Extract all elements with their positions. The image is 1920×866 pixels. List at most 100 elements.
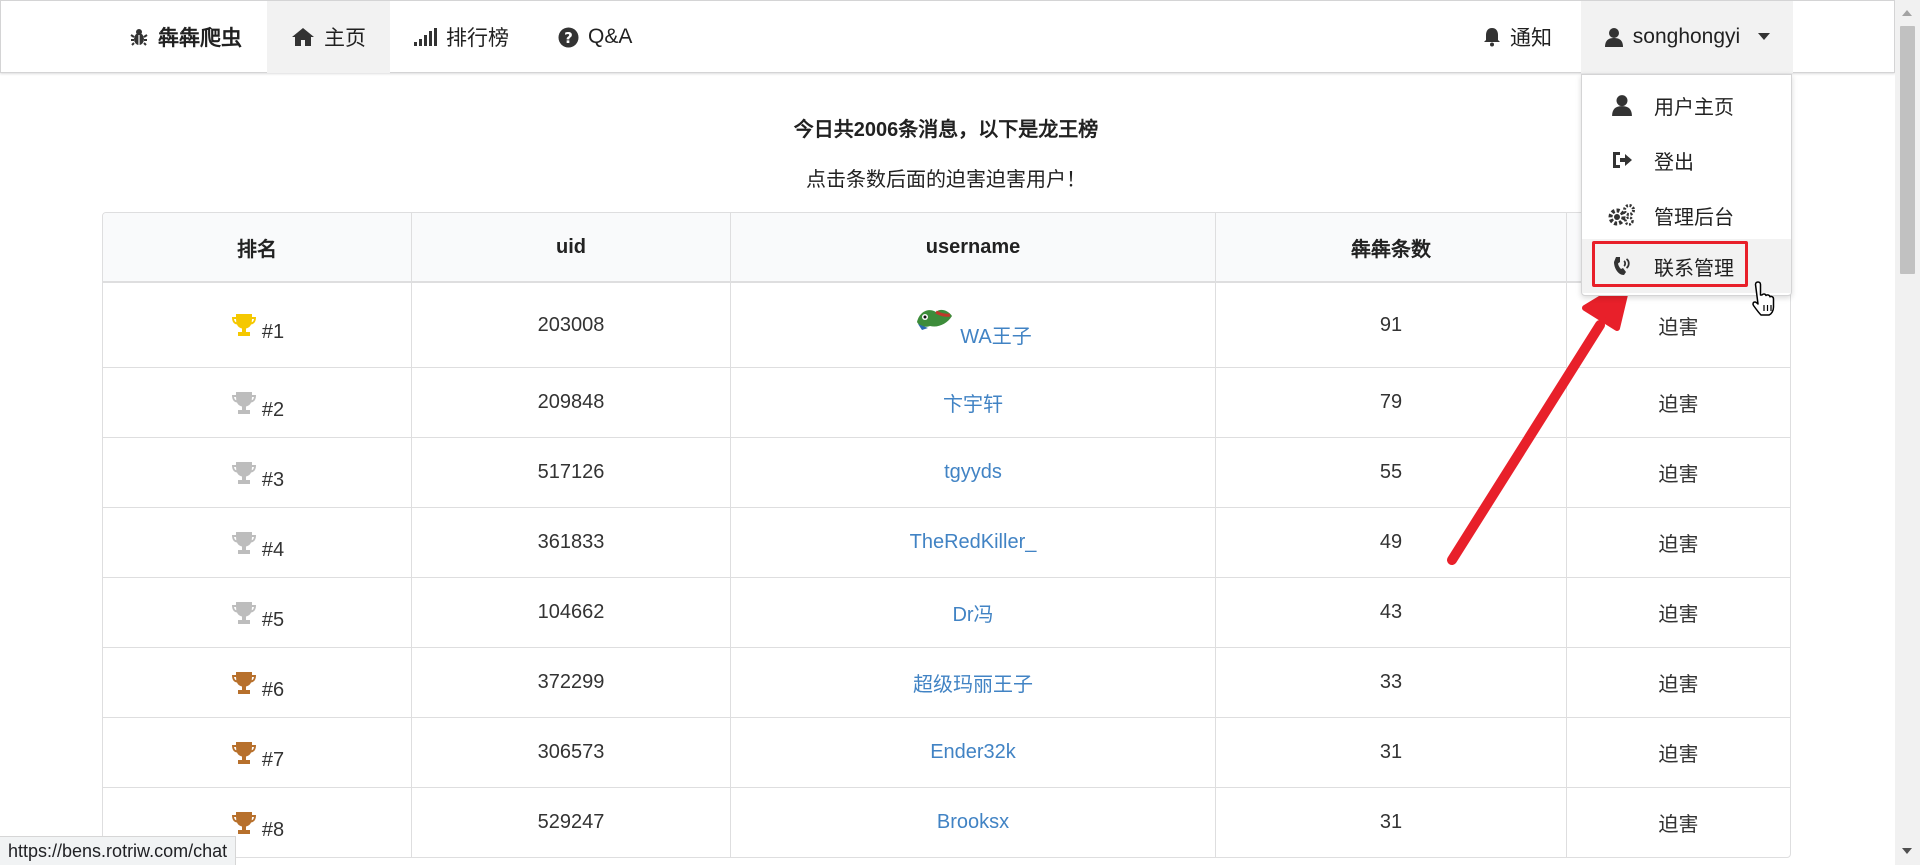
- count-cell: 43: [1215, 578, 1566, 647]
- scroll-down-arrow-icon[interactable]: [1902, 848, 1912, 854]
- column-header-username: username: [730, 213, 1215, 281]
- rank-cell: #3: [103, 438, 411, 507]
- trophy-icon: [231, 461, 256, 484]
- rank-label: #4: [261, 538, 285, 561]
- table-row: #3 517126 tgyyds 55 迫害: [103, 437, 1790, 507]
- uid-cell: 361833: [411, 508, 730, 577]
- uid-cell: 306573: [411, 718, 730, 787]
- harass-link[interactable]: 迫害: [1566, 368, 1790, 437]
- rank-cell: #7: [103, 718, 411, 787]
- uid-cell: 203008: [411, 283, 730, 367]
- svg-text:?: ?: [564, 29, 573, 47]
- rank-badge: #6: [230, 669, 284, 701]
- rank-badge: #4: [230, 529, 284, 561]
- count-cell: 55: [1215, 438, 1566, 507]
- count-cell: 33: [1215, 648, 1566, 717]
- table-row: #2 209848 卞宇轩 79 迫害: [103, 367, 1790, 437]
- menu-item-admin[interactable]: 管理后台: [1582, 188, 1791, 242]
- menu-item-admin-label: 管理后台: [1654, 206, 1734, 229]
- rank-label: #1: [261, 321, 285, 343]
- rank-cell: #5: [103, 578, 411, 647]
- username-link[interactable]: TheRedKiller_: [910, 531, 1037, 554]
- rank-label: #8: [261, 818, 285, 841]
- bug-icon: [130, 29, 148, 46]
- username-cell: Dr冯: [730, 578, 1215, 647]
- user-avatar-icon: [917, 309, 953, 330]
- username-cell: 卞宇轩: [730, 368, 1215, 437]
- username-link[interactable]: Ender32k: [930, 741, 1016, 764]
- nav-leaderboard-label: 排行榜: [446, 27, 509, 50]
- table-row: #6 372299 超级玛丽王子 33 迫害: [103, 647, 1790, 717]
- rank-label: #2: [261, 398, 285, 421]
- rank-badge: #7: [230, 739, 284, 771]
- notify-label: 通知: [1510, 27, 1552, 50]
- uid-cell: 529247: [411, 788, 730, 857]
- uid-cell: 372299: [411, 648, 730, 717]
- table-body: #1 203008 WA王子 91 迫害 #2 209848 卞宇轩 79 迫害…: [103, 283, 1790, 857]
- table-header-row: 排名 uid username 犇犇条数: [103, 213, 1790, 283]
- harass-link[interactable]: 迫害: [1566, 648, 1790, 717]
- nav-leaderboard[interactable]: 排行榜: [413, 1, 509, 73]
- username-link[interactable]: 卞宇轩: [943, 388, 1003, 417]
- hand-cursor-icon: [1752, 281, 1775, 316]
- table-row: #5 104662 Dr冯 43 迫害: [103, 577, 1790, 647]
- harass-link[interactable]: 迫害: [1566, 578, 1790, 647]
- user-menu-toggle[interactable]: songhongyi: [1581, 1, 1793, 73]
- uid-cell: 104662: [411, 578, 730, 647]
- uid-cell: 209848: [411, 368, 730, 437]
- nav-home-label: 主页: [324, 27, 366, 50]
- trophy-icon: [231, 391, 256, 414]
- nav-qa-label: Q&A: [588, 25, 633, 48]
- count-cell: 31: [1215, 788, 1566, 857]
- rank-label: #7: [261, 748, 285, 771]
- brand-link[interactable]: 犇犇爬虫: [129, 1, 242, 73]
- column-header-count: 犇犇条数: [1215, 213, 1566, 281]
- harass-link[interactable]: 迫害: [1566, 788, 1790, 857]
- cogs-icon: [1608, 204, 1635, 226]
- nav-qa[interactable]: ? Q&A: [558, 1, 632, 73]
- user-icon: [1612, 95, 1632, 116]
- status-bar-url: https://bens.rotriw.com/chat: [0, 836, 237, 865]
- page-headline: 今日共2006条消息，以下是龙王榜: [793, 119, 1099, 141]
- scroll-thumb[interactable]: [1900, 26, 1915, 274]
- column-header-uid: uid: [411, 213, 730, 281]
- rank-cell: #2: [103, 368, 411, 437]
- bell-icon: [1484, 28, 1500, 47]
- harass-link[interactable]: 迫害: [1566, 438, 1790, 507]
- username-link[interactable]: Brooksx: [937, 811, 1009, 834]
- leaderboard-table: 排名 uid username 犇犇条数 #1 203008 WA王子 91 迫…: [102, 212, 1791, 858]
- username-cell: tgyyds: [730, 438, 1215, 507]
- username-link[interactable]: tgyyds: [944, 461, 1002, 484]
- scroll-up-arrow-icon[interactable]: [1902, 10, 1912, 16]
- harass-link[interactable]: 迫害: [1566, 508, 1790, 577]
- user-icon: [1604, 28, 1623, 47]
- username-link[interactable]: WA王子: [960, 320, 1031, 349]
- rank-cell: #4: [103, 508, 411, 577]
- username-cell: Ender32k: [730, 718, 1215, 787]
- harass-link[interactable]: 迫害: [1566, 718, 1790, 787]
- notify-link[interactable]: 通知: [1483, 1, 1552, 73]
- username-link[interactable]: 超级玛丽王子: [913, 668, 1033, 697]
- trophy-icon: [231, 531, 256, 554]
- username-cell: TheRedKiller_: [730, 508, 1215, 577]
- user-name-label: songhongyi: [1632, 25, 1741, 48]
- table-row: #1 203008 WA王子 91 迫害: [103, 283, 1790, 367]
- username-cell: Brooksx: [730, 788, 1215, 857]
- menu-item-user-home-label: 用户主页: [1654, 96, 1734, 119]
- count-cell: 49: [1215, 508, 1566, 577]
- nav-home[interactable]: 主页: [267, 1, 390, 73]
- username-link[interactable]: Dr冯: [952, 598, 993, 627]
- menu-item-logout-label: 登出: [1654, 151, 1694, 174]
- count-cell: 31: [1215, 718, 1566, 787]
- sign-out-icon: [1613, 152, 1632, 168]
- username-cell: WA王子: [730, 283, 1215, 367]
- rank-badge: #8: [230, 809, 284, 841]
- menu-item-logout[interactable]: 登出: [1582, 133, 1791, 187]
- menu-item-user-home[interactable]: 用户主页: [1582, 78, 1791, 132]
- page-subline: 点击条数后面的迫害迫害用户！: [806, 169, 1086, 191]
- rank-badge: #2: [230, 389, 284, 421]
- trophy-icon: [231, 811, 256, 834]
- rank-label: #5: [261, 608, 285, 631]
- trophy-icon: [231, 314, 256, 336]
- trophy-icon: [231, 671, 256, 694]
